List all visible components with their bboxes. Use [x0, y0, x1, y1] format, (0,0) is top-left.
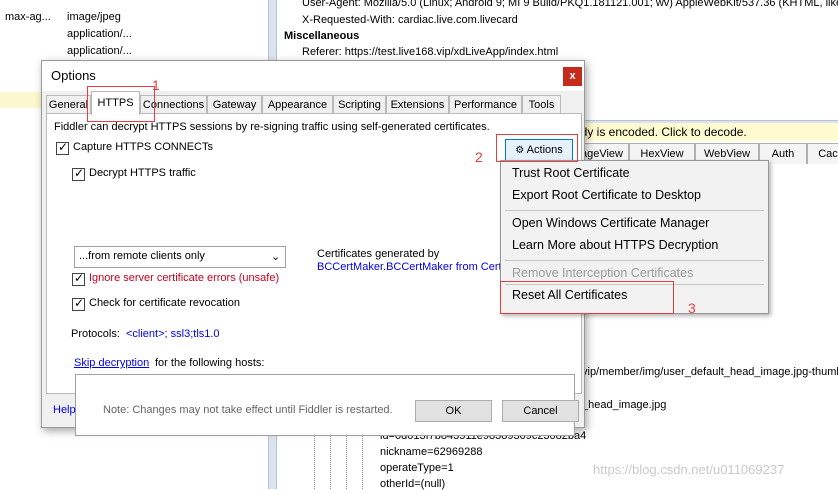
annotation-box-2: [496, 134, 578, 162]
decode-notice-text: ody is encoded. Click to decode.: [574, 125, 747, 139]
tab-https-label: HTTPS: [97, 97, 134, 109]
certs-label: Certificates generated by: [317, 248, 440, 260]
tab-hexview-label: HexView: [640, 148, 684, 160]
checkmark-icon: ✓: [74, 296, 85, 310]
certs-value: BCCertMaker.BCCertMaker from Cert: [317, 261, 502, 273]
tab-general[interactable]: General: [46, 95, 91, 114]
checkmark-icon: ✓: [74, 166, 85, 180]
traffic-source-value: ...from remote clients only: [79, 250, 205, 262]
tab-gateway-label: Gateway: [212, 99, 257, 111]
menu-item-export-root[interactable]: Export Root Certificate to Desktop: [512, 188, 701, 202]
traffic-source-select[interactable]: ...from remote clients only ⌄: [74, 246, 286, 268]
chevron-down-icon: ⌄: [271, 251, 281, 263]
ok-button-label: OK: [445, 405, 462, 417]
https-description: Fiddler can decrypt HTTPS sessions by re…: [54, 121, 490, 133]
tree-node: otherId=(null): [380, 478, 446, 490]
tab-general-label: General: [48, 99, 89, 111]
protocols-label: Protocols:: [71, 328, 120, 340]
tab-appearance[interactable]: Appearance: [262, 95, 333, 114]
restart-note: Note: Changes may not take effect until …: [103, 404, 393, 416]
tab-performance-label: Performance: [454, 99, 517, 111]
header-referer: Referer: https://test.live168.vip/xdLive…: [302, 46, 559, 58]
session-host: max-ag...: [5, 11, 51, 23]
header-x-requested-with: X-Requested-With: cardiac.live.com.livec…: [302, 14, 518, 26]
revocation-checkbox[interactable]: ✓: [72, 296, 85, 311]
ok-button[interactable]: OK: [415, 400, 492, 422]
ignore-errors-label: Ignore server certificate errors (unsafe…: [89, 272, 280, 284]
annotation-number-3: 3: [688, 300, 696, 316]
tab-scripting[interactable]: Scripting: [333, 95, 386, 114]
tab-webview-label: WebView: [703, 148, 751, 160]
tab-extensions-label: Extensions: [390, 99, 445, 111]
menu-item-open-cert-manager[interactable]: Open Windows Certificate Manager: [512, 216, 709, 230]
menu-item-trust-root[interactable]: Trust Root Certificate: [512, 166, 630, 180]
checkmark-icon: ✓: [74, 271, 85, 285]
menu-item-remove-certs: Remove Interception Certificates: [512, 266, 694, 280]
protocols-link[interactable]: <client>; ssl3;tls1.0: [126, 328, 220, 340]
checkmark-icon: ✓: [58, 140, 69, 154]
revocation-label: Check for certificate revocation: [89, 297, 241, 309]
menu-separator: [505, 260, 764, 261]
close-button[interactable]: x: [563, 67, 582, 86]
decrypt-traffic-checkbox[interactable]: ✓: [72, 166, 85, 181]
skip-decryption-link[interactable]: Skip decryption: [74, 357, 149, 369]
annotation-number-1: 1: [152, 77, 160, 93]
annotation-number-2: 2: [475, 149, 483, 165]
tree-node: _head_image.jpg: [582, 399, 667, 411]
header-section-title: Miscellaneous: [284, 30, 360, 42]
tab-scripting-label: Scripting: [338, 99, 381, 111]
tree-node: operateType=1: [380, 462, 454, 474]
session-content-type: application/...: [67, 28, 132, 40]
tab-appearance-label: Appearance: [267, 99, 328, 111]
tab-https[interactable]: HTTPS: [91, 91, 140, 115]
tab-caching[interactable]: Cac: [807, 143, 838, 164]
watermark: https://blog.csdn.net/u011069237: [593, 462, 785, 477]
tab-imageview-label: ageView: [581, 148, 623, 160]
capture-connects-checkbox[interactable]: ✓: [56, 140, 69, 155]
annotation-box-3: [500, 281, 674, 314]
session-content-type: image/jpeg: [67, 11, 121, 23]
tab-tools[interactable]: Tools: [522, 95, 561, 114]
tab-gateway[interactable]: Gateway: [207, 95, 262, 114]
tab-tools-label: Tools: [528, 99, 555, 111]
tab-performance[interactable]: Performance: [449, 95, 522, 114]
cancel-button[interactable]: Cancel: [502, 400, 579, 422]
tab-auth-label: Auth: [771, 148, 795, 160]
menu-item-learn-more[interactable]: Learn More about HTTPS Decryption: [512, 238, 718, 252]
tree-node: vip/member/img/user_default_head_image.j…: [582, 366, 838, 378]
help-link[interactable]: Help: [53, 404, 76, 416]
menu-separator: [505, 210, 764, 211]
tree-node: nickname=62969288: [380, 446, 483, 458]
header-user-agent: User-Agent: Mozilla/5.0 (Linux; Android …: [302, 0, 838, 9]
capture-connects-label: Capture HTTPS CONNECTs: [73, 141, 213, 153]
tab-caching-label: Cac: [818, 148, 838, 160]
session-content-type: application/...: [67, 45, 132, 57]
ignore-errors-checkbox[interactable]: ✓: [72, 271, 85, 286]
cancel-button-label: Cancel: [523, 405, 558, 417]
skip-decryption-label: for the following hosts:: [155, 357, 265, 369]
decrypt-traffic-label: Decrypt HTTPS traffic: [89, 167, 196, 179]
dialog-title: Options: [51, 68, 96, 83]
tab-extensions[interactable]: Extensions: [386, 95, 449, 114]
close-icon: x: [569, 70, 576, 82]
